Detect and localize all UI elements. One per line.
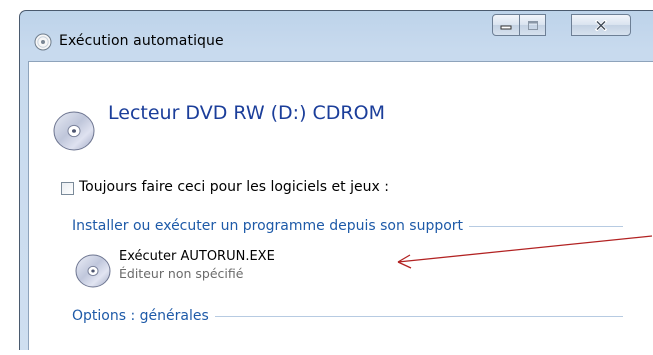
always-do-this-label[interactable]: Toujours faire ceci pour les logiciels e… (79, 179, 389, 195)
title-bar[interactable]: Exécution automatique (20, 11, 653, 56)
close-button[interactable] (571, 14, 631, 36)
minimize-icon (500, 25, 512, 30)
window-title: Exécution automatique (59, 33, 224, 49)
minimize-button[interactable] (492, 14, 520, 36)
maximize-button[interactable] (520, 14, 546, 36)
maximize-icon (527, 20, 538, 30)
autoplay-window: Exécution automatique Lecteur DVD RW (D:… (19, 10, 653, 350)
close-icon (595, 19, 607, 31)
section-heading-general: Options : générales (72, 308, 623, 324)
section-divider (469, 225, 623, 227)
disc-icon[interactable] (73, 250, 113, 290)
section-heading-install-label: Installer ou exécuter un programme depui… (72, 218, 464, 234)
section-heading-install: Installer ou exécuter un programme depui… (72, 218, 623, 234)
dvd-disc-icon (53, 111, 95, 151)
autoplay-content: Lecteur DVD RW (D:) CDROM Toujours faire… (28, 61, 653, 350)
always-do-this-checkbox[interactable] (61, 182, 74, 195)
run-autorun-option[interactable]: Exécuter AUTORUN.EXE (119, 249, 275, 264)
autoplay-icon (34, 33, 52, 51)
section-heading-general-label: Options : générales (72, 308, 209, 324)
publisher-label: Éditeur non spécifié (119, 266, 244, 281)
drive-title: Lecteur DVD RW (D:) CDROM (108, 102, 385, 124)
section-divider (214, 315, 623, 317)
clipped-option-text (129, 345, 369, 355)
